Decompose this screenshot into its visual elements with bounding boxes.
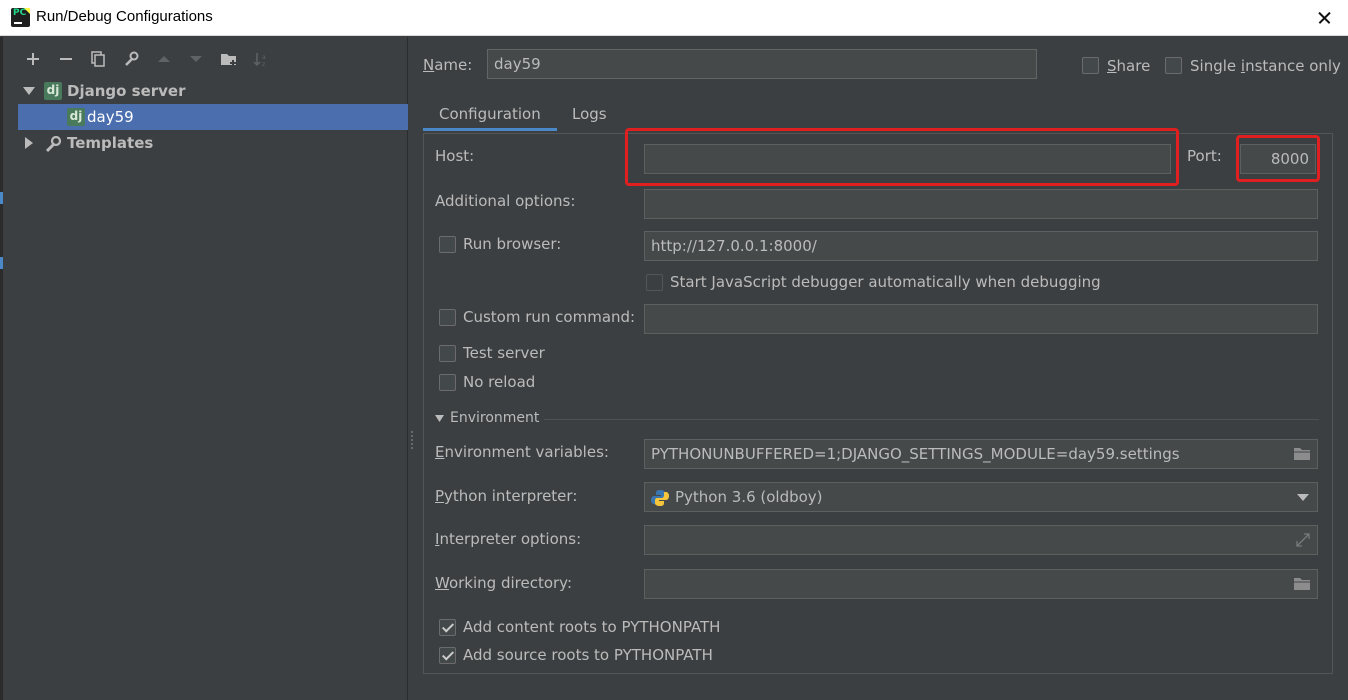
collapse-arrow-icon[interactable] (25, 137, 33, 149)
add-source-roots-checkbox[interactable] (439, 647, 456, 664)
single-instance-checkbox[interactable] (1165, 57, 1182, 74)
arrow-up-icon[interactable] (152, 47, 176, 71)
environment-variables-label: Environment variables: (435, 443, 609, 461)
left-edge (0, 37, 3, 700)
wrench-icon[interactable] (119, 47, 143, 71)
tree-item-day59[interactable]: dj day59 (18, 104, 408, 130)
environment-variables-value: PYTHONUNBUFFERED=1;DJANGO_SETTINGS_MODUL… (651, 445, 1180, 463)
edge-marker (0, 192, 3, 204)
share-checkbox[interactable] (1082, 57, 1099, 74)
single-instance-label: Single instance only (1190, 57, 1341, 75)
custom-run-command-input[interactable] (644, 304, 1318, 334)
python-icon (651, 490, 669, 506)
working-directory-label: Working directory: (435, 574, 573, 592)
configurations-tree: dj Django server dj day59 Templates (18, 78, 408, 156)
minus-icon[interactable] (54, 47, 78, 71)
tree-group-label: Templates (67, 134, 154, 152)
annotation-box-port (1236, 135, 1320, 182)
interpreter-options-input[interactable] (644, 525, 1318, 555)
section-separator (544, 419, 1319, 420)
python-interpreter-select[interactable]: Python 3.6 (oldboy) (644, 482, 1318, 512)
interpreter-options-label: Interpreter options: (435, 530, 582, 548)
configurations-tree-panel: az dj Django server dj day59 Templates (18, 37, 408, 700)
run-browser-label: Run browser: (463, 235, 562, 253)
tree-group-templates[interactable]: Templates (18, 130, 408, 156)
svg-text:z: z (262, 61, 265, 67)
share-label: Share (1107, 57, 1151, 75)
port-label: Port: (1187, 147, 1222, 165)
folder-icon[interactable] (1293, 576, 1311, 591)
add-content-roots-label: Add content roots to PYTHONPATH (463, 618, 721, 636)
svg-text:a: a (262, 54, 266, 61)
expand-arrow-icon[interactable] (23, 87, 35, 95)
tab-configuration[interactable]: Configuration (423, 97, 557, 131)
folder-icon[interactable] (1293, 446, 1311, 461)
plus-icon[interactable] (21, 47, 45, 71)
host-label: Host: (435, 147, 475, 165)
configuration-panel: Host: Port: 8000 Additional options: Run… (423, 128, 1333, 674)
js-debugger-checkbox[interactable] (646, 274, 663, 291)
tab-logs[interactable]: Logs (556, 97, 623, 131)
environment-section-title[interactable]: Environment (450, 410, 539, 426)
custom-run-command-checkbox[interactable] (439, 309, 456, 326)
edge-marker (0, 257, 3, 269)
pycharm-icon: PC (11, 8, 30, 27)
tree-item-label: day59 (87, 108, 134, 126)
window-title: Run/Debug Configurations (36, 8, 213, 25)
js-debugger-label: Start JavaScript debugger automatically … (670, 273, 1101, 291)
working-directory-input[interactable] (644, 569, 1318, 599)
django-icon: dj (44, 82, 62, 100)
django-icon: dj (67, 108, 85, 126)
add-content-roots-checkbox[interactable] (439, 619, 456, 636)
annotation-box-host (625, 128, 1179, 186)
folder-icon[interactable] (217, 47, 241, 71)
no-reload-label: No reload (463, 373, 536, 391)
environment-variables-input[interactable]: PYTHONUNBUFFERED=1;DJANGO_SETTINGS_MODUL… (644, 439, 1318, 469)
expand-icon[interactable] (1295, 532, 1311, 548)
python-interpreter-label: Python interpreter: (435, 487, 578, 505)
title-bar: PC Run/Debug Configurations (0, 0, 1348, 36)
add-source-roots-label: Add source roots to PYTHONPATH (463, 646, 713, 664)
additional-options-input[interactable] (644, 189, 1318, 219)
run-browser-checkbox[interactable] (439, 236, 456, 253)
test-server-label: Test server (463, 344, 545, 362)
copy-icon[interactable] (86, 47, 110, 71)
python-interpreter-value: Python 3.6 (oldboy) (675, 488, 823, 506)
no-reload-checkbox[interactable] (439, 374, 456, 391)
wrench-icon (45, 135, 62, 153)
name-input[interactable] (487, 49, 1037, 79)
chevron-down-icon[interactable] (1297, 494, 1309, 501)
custom-run-command-label: Custom run command: (463, 308, 636, 326)
tree-group-django-server[interactable]: dj Django server (18, 78, 408, 104)
section-collapse-icon[interactable] (435, 415, 445, 423)
run-browser-url-input[interactable]: http://127.0.0.1:8000/ (644, 231, 1318, 261)
test-server-checkbox[interactable] (439, 345, 456, 362)
close-icon[interactable] (1308, 2, 1340, 34)
arrow-down-icon[interactable] (184, 47, 208, 71)
additional-options-label: Additional options: (435, 192, 576, 210)
panel-splitter[interactable] (410, 430, 414, 450)
sort-icon[interactable]: az (249, 47, 273, 71)
configuration-editor: Name: Share Single instance only Configu… (423, 37, 1348, 700)
name-label: Name: (423, 56, 473, 74)
tree-group-label: Django server (67, 82, 186, 100)
tree-toolbar: az (18, 47, 318, 73)
